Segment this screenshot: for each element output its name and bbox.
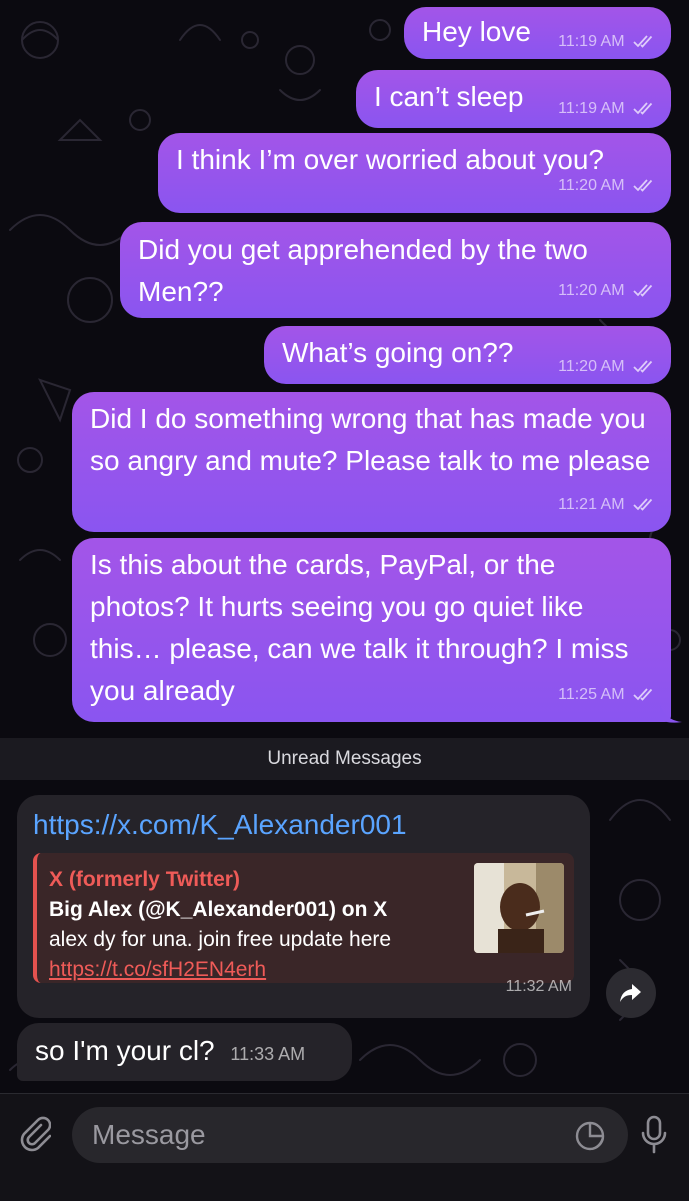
outgoing-message[interactable]: I can’t sleep 11:19 AM [356,70,671,128]
link-preview-thumbnail[interactable] [474,863,564,953]
message-link[interactable]: https://x.com/K_Alexander001 [33,807,574,843]
message-time: 11:25 AM [558,686,625,703]
double-check-icon [633,35,653,48]
forward-button[interactable] [606,968,656,1018]
outgoing-message[interactable]: What’s going on?? 11:20 AM [264,326,671,384]
double-check-icon [633,688,653,701]
message-text: I can’t sleep [374,81,524,112]
message-meta: 11:25 AM [558,674,655,716]
message-time: 11:33 AM [230,1044,306,1064]
attach-button[interactable] [12,1112,56,1156]
message-text: Did I do something wrong that has made y… [90,403,651,476]
message-time: 11:19 AM [558,33,625,50]
link-preview-url[interactable]: https://t.co/sfH2EN4erh [49,949,266,991]
outgoing-message[interactable]: I think I’m over worried about you? 11:2… [158,133,671,213]
message-time: 11:20 AM [558,177,625,194]
message-input[interactable]: Message [72,1107,628,1163]
message-meta: 11:19 AM [558,21,655,63]
message-time: 11:32 AM [505,978,572,995]
unread-messages-divider: Unread Messages [0,738,689,780]
sticker-icon [575,1121,605,1151]
sticker-button[interactable] [570,1116,610,1156]
paperclip-icon [20,1116,51,1152]
forward-arrow-icon [620,984,641,1002]
double-check-icon [633,102,653,115]
bubble-tail [660,704,682,723]
microphone-icon [641,1115,667,1154]
message-meta: 11:20 AM [558,346,655,388]
outgoing-message[interactable]: Hey love 11:19 AM [404,7,671,59]
incoming-link-message[interactable]: https://x.com/K_Alexander001 X (formerly… [17,795,590,1018]
double-check-icon [633,360,653,373]
message-input-placeholder: Message [92,1119,206,1150]
message-meta: 11:19 AM [558,88,655,130]
double-check-icon [633,179,653,192]
message-meta: 11:20 AM [558,165,655,207]
double-check-icon [633,498,653,511]
composer-bar: Message [0,1093,689,1201]
outgoing-message[interactable]: Did you get apprehended by the two Men??… [120,222,671,318]
message-text: What’s going on?? [282,337,514,368]
message-text: so I'm your cl? [35,1035,215,1066]
message-time: 11:21 AM [558,496,625,513]
message-meta: 11:20 AM [558,270,655,312]
incoming-message[interactable]: so I'm your cl? 11:33 AM [17,1023,352,1081]
message-time: 11:19 AM [558,100,625,117]
message-time: 11:20 AM [558,282,625,299]
message-meta: 11:21 AM [558,484,655,526]
message-time: 11:20 AM [558,358,625,375]
outgoing-message[interactable]: Is this about the cards, PayPal, or the … [72,538,671,722]
microphone-button[interactable] [632,1110,676,1160]
message-text: Hey love [422,16,531,47]
link-preview-card[interactable]: X (formerly Twitter) Big Alex (@K_Alexan… [33,853,574,983]
outgoing-message[interactable]: Did I do something wrong that has made y… [72,392,671,532]
double-check-icon [633,284,653,297]
